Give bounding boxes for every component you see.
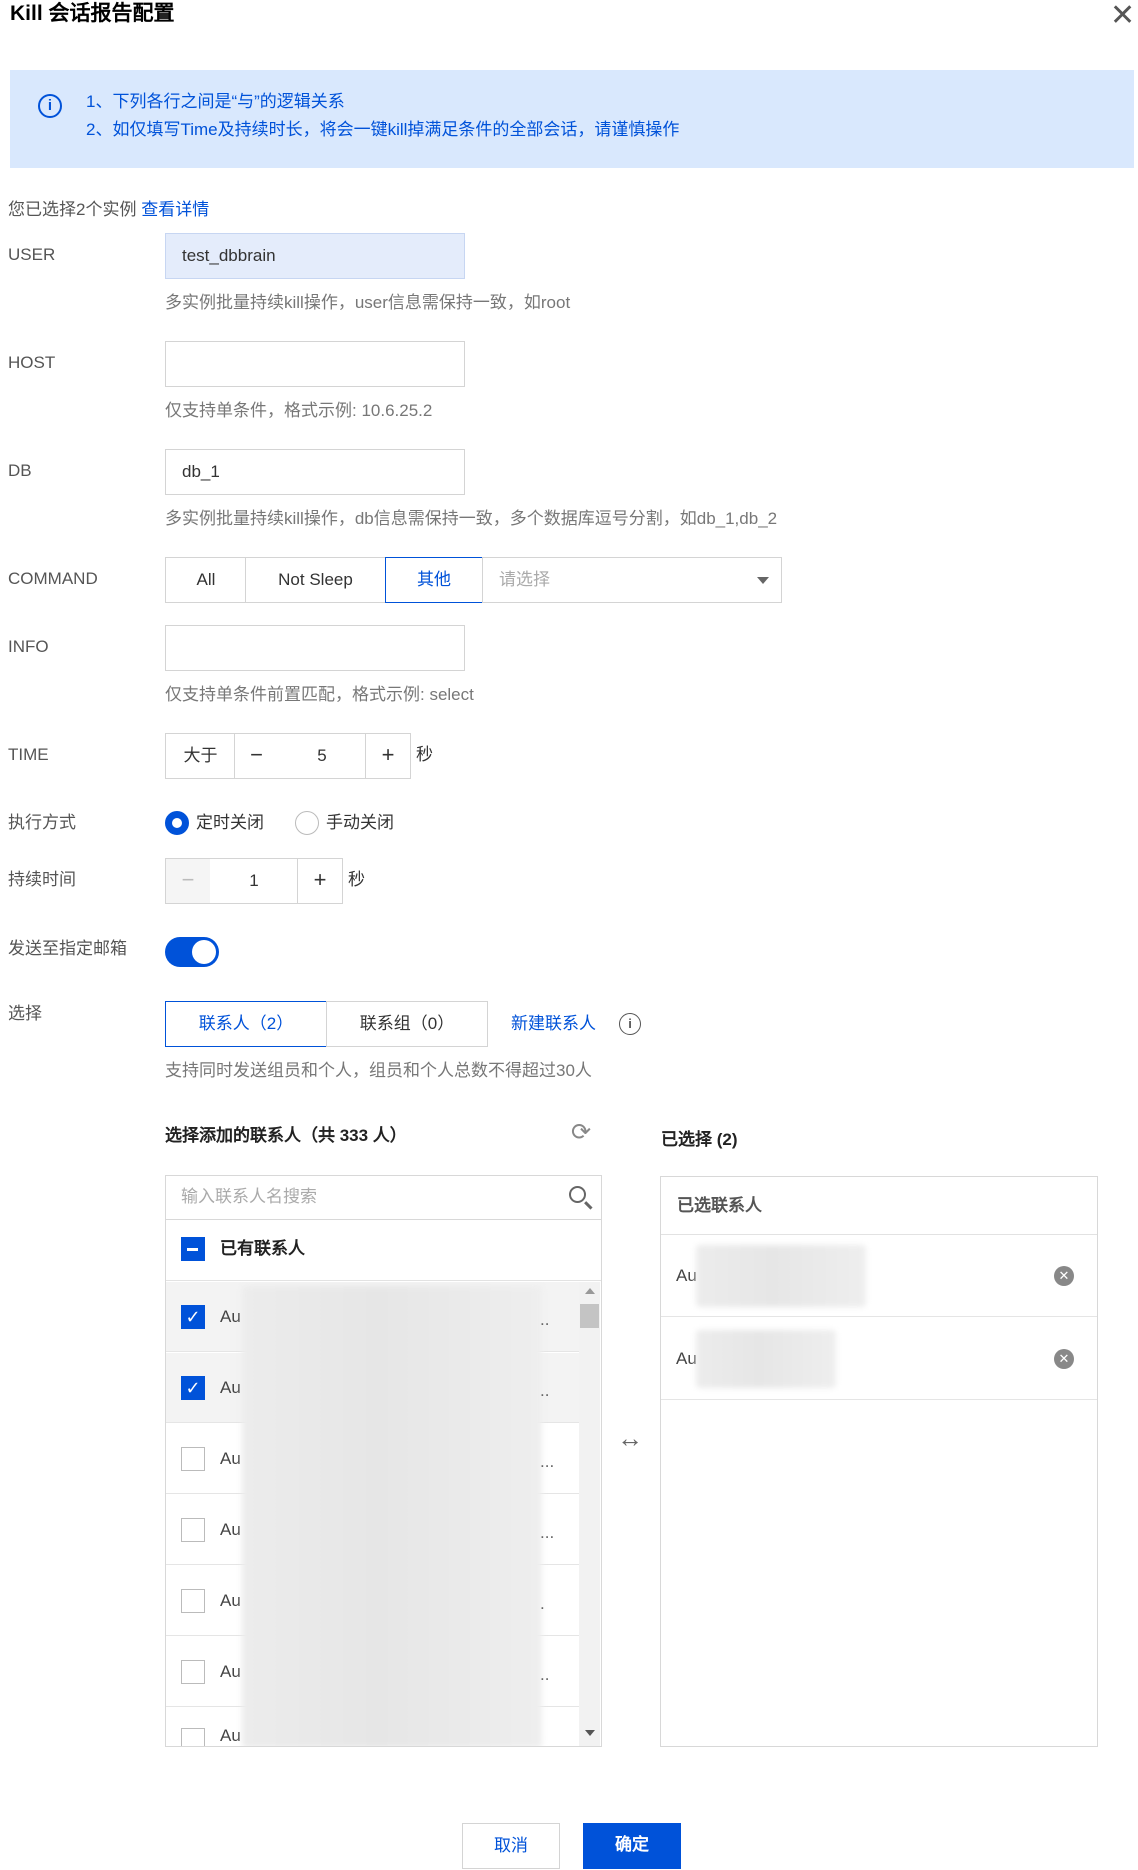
row-name: Au [220, 1662, 241, 1681]
notice-line-1: 1、下列各行之间是“与”的逻辑关系 [86, 92, 345, 111]
selected-item: Au ✕ [661, 1318, 1097, 1400]
ellipsis: .. [540, 1381, 550, 1400]
exec-option-manual[interactable]: 手动关闭 [326, 811, 394, 835]
tab-contact-groups[interactable]: 联系组（0） [326, 1001, 488, 1047]
redaction-blur [242, 1286, 542, 1746]
remove-icon[interactable]: ✕ [1054, 1266, 1074, 1286]
ellipsis: . [540, 1594, 545, 1613]
ellipsis: ... [540, 1523, 555, 1542]
info-input[interactable] [165, 625, 465, 671]
row-checkbox[interactable] [181, 1728, 205, 1746]
new-contact-link[interactable]: 新建联系人 [511, 1012, 596, 1036]
time-value-input[interactable]: 5 [278, 733, 366, 779]
exec-option-scheduled[interactable]: 定时关闭 [196, 811, 264, 835]
user-label: USER [8, 245, 56, 264]
command-select[interactable]: 请选择 [482, 557, 782, 603]
remove-icon[interactable]: ✕ [1054, 1349, 1074, 1369]
scroll-down-icon[interactable] [585, 1730, 595, 1736]
dialog-title: Kill 会话报告配置 [10, 2, 175, 25]
row-checkbox[interactable] [181, 1518, 205, 1542]
transfer-left-title: 选择添加的联系人（共 333 人） [165, 1126, 407, 1145]
selection-info: 您已选择2个实例 查看详情 [8, 198, 209, 222]
ellipsis: .. [540, 1310, 550, 1329]
exec-radio-scheduled[interactable] [165, 811, 189, 835]
notice-line-2: 2、如仅填写Time及持续时长，将会一键kill掉满足条件的全部会话，请谨慎操作 [86, 120, 680, 139]
chevron-down-icon [757, 577, 769, 584]
close-icon[interactable]: ✕ [1110, 1, 1135, 31]
row-name: Au [220, 1520, 241, 1539]
exec-label: 执行方式 [8, 813, 76, 832]
selected-item: Au ✕ [661, 1235, 1097, 1317]
info-hint: 仅支持单条件前置匹配，格式示例: select [165, 685, 474, 704]
row-name: Au [220, 1378, 241, 1397]
time-unit: 秒 [416, 745, 433, 764]
duration-value-input[interactable]: 1 [210, 858, 298, 904]
host-input[interactable] [165, 341, 465, 387]
view-details-link[interactable]: 查看详情 [141, 200, 209, 219]
divider [166, 1280, 601, 1281]
time-decrement-button[interactable]: − [234, 733, 279, 779]
duration-decrement-button[interactable]: − [165, 858, 211, 904]
info-icon[interactable]: i [619, 1013, 641, 1035]
command-label: COMMAND [8, 569, 98, 588]
email-label: 发送至指定邮箱 [8, 939, 127, 958]
info-icon: i [38, 94, 62, 118]
time-label: TIME [8, 745, 49, 764]
db-hint: 多实例批量持续kill操作，db信息需保持一致，多个数据库逗号分割，如db_1,… [165, 509, 778, 528]
scroll-up-icon[interactable] [585, 1288, 595, 1294]
confirm-button[interactable]: 确定 [583, 1823, 681, 1869]
selected-name: Au [676, 1266, 697, 1285]
time-increment-button[interactable]: + [365, 733, 411, 779]
transfer-right-title: 已选择 (2) [661, 1130, 738, 1149]
host-label: HOST [8, 353, 56, 372]
duration-label: 持续时间 [8, 870, 76, 889]
scrollbar[interactable] [579, 1282, 600, 1746]
choose-label: 选择 [8, 1004, 42, 1023]
redaction-blur [696, 1330, 836, 1388]
command-option-all[interactable]: All [165, 557, 247, 603]
duration-unit: 秒 [348, 870, 365, 889]
choose-hint: 支持同时发送组员和个人，组员和个人总数不得超过30人 [165, 1061, 592, 1080]
command-option-not-sleep[interactable]: Not Sleep [245, 557, 386, 603]
cancel-button[interactable]: 取消 [462, 1823, 560, 1869]
command-option-other[interactable]: 其他 [385, 557, 483, 603]
duration-increment-button[interactable]: + [297, 858, 343, 904]
row-name: Au [220, 1449, 241, 1468]
search-icon[interactable] [569, 1186, 586, 1203]
row-name: Au [220, 1307, 241, 1326]
exec-radio-manual[interactable] [295, 811, 319, 835]
user-input[interactable]: test_dbbrain [165, 233, 465, 279]
ellipsis: .. [540, 1665, 550, 1684]
right-panel-header: 已选联系人 [677, 1196, 762, 1215]
refresh-icon[interactable]: ⟳ [571, 1120, 591, 1146]
selection-text: 您已选择2个实例 [8, 200, 137, 219]
row-checkbox[interactable]: ✓ [181, 1305, 205, 1329]
row-checkbox[interactable] [181, 1589, 205, 1613]
row-name: Au [220, 1726, 241, 1745]
user-hint: 多实例批量持续kill操作，user信息需保持一致，如root [165, 293, 571, 312]
ellipsis: ... [540, 1452, 555, 1471]
info-label: INFO [8, 637, 49, 656]
scrollbar-thumb[interactable] [580, 1304, 599, 1328]
row-name: Au [220, 1591, 241, 1610]
redaction-blur [696, 1245, 866, 1307]
contact-list: ✓ Au ✓ Au Au Au Au Au Au .. .. ... ... .… [166, 1282, 579, 1746]
host-hint: 仅支持单条件，格式示例: 10.6.25.2 [165, 401, 433, 420]
search-input[interactable]: 输入联系人名搜索 [181, 1185, 317, 1209]
time-operator-select[interactable]: 大于 [165, 733, 236, 779]
row-checkbox[interactable]: ✓ [181, 1376, 205, 1400]
db-input[interactable]: db_1 [165, 449, 465, 495]
group-checkbox[interactable] [181, 1237, 205, 1261]
group-label: 已有联系人 [220, 1239, 305, 1258]
toggle-knob [192, 940, 216, 964]
tab-contacts[interactable]: 联系人（2） [165, 1001, 327, 1047]
row-checkbox[interactable] [181, 1660, 205, 1684]
transfer-arrow-icon[interactable]: ↔ [617, 1425, 643, 1451]
row-checkbox[interactable] [181, 1447, 205, 1471]
db-label: DB [8, 461, 32, 480]
selected-name: Au [676, 1349, 697, 1368]
